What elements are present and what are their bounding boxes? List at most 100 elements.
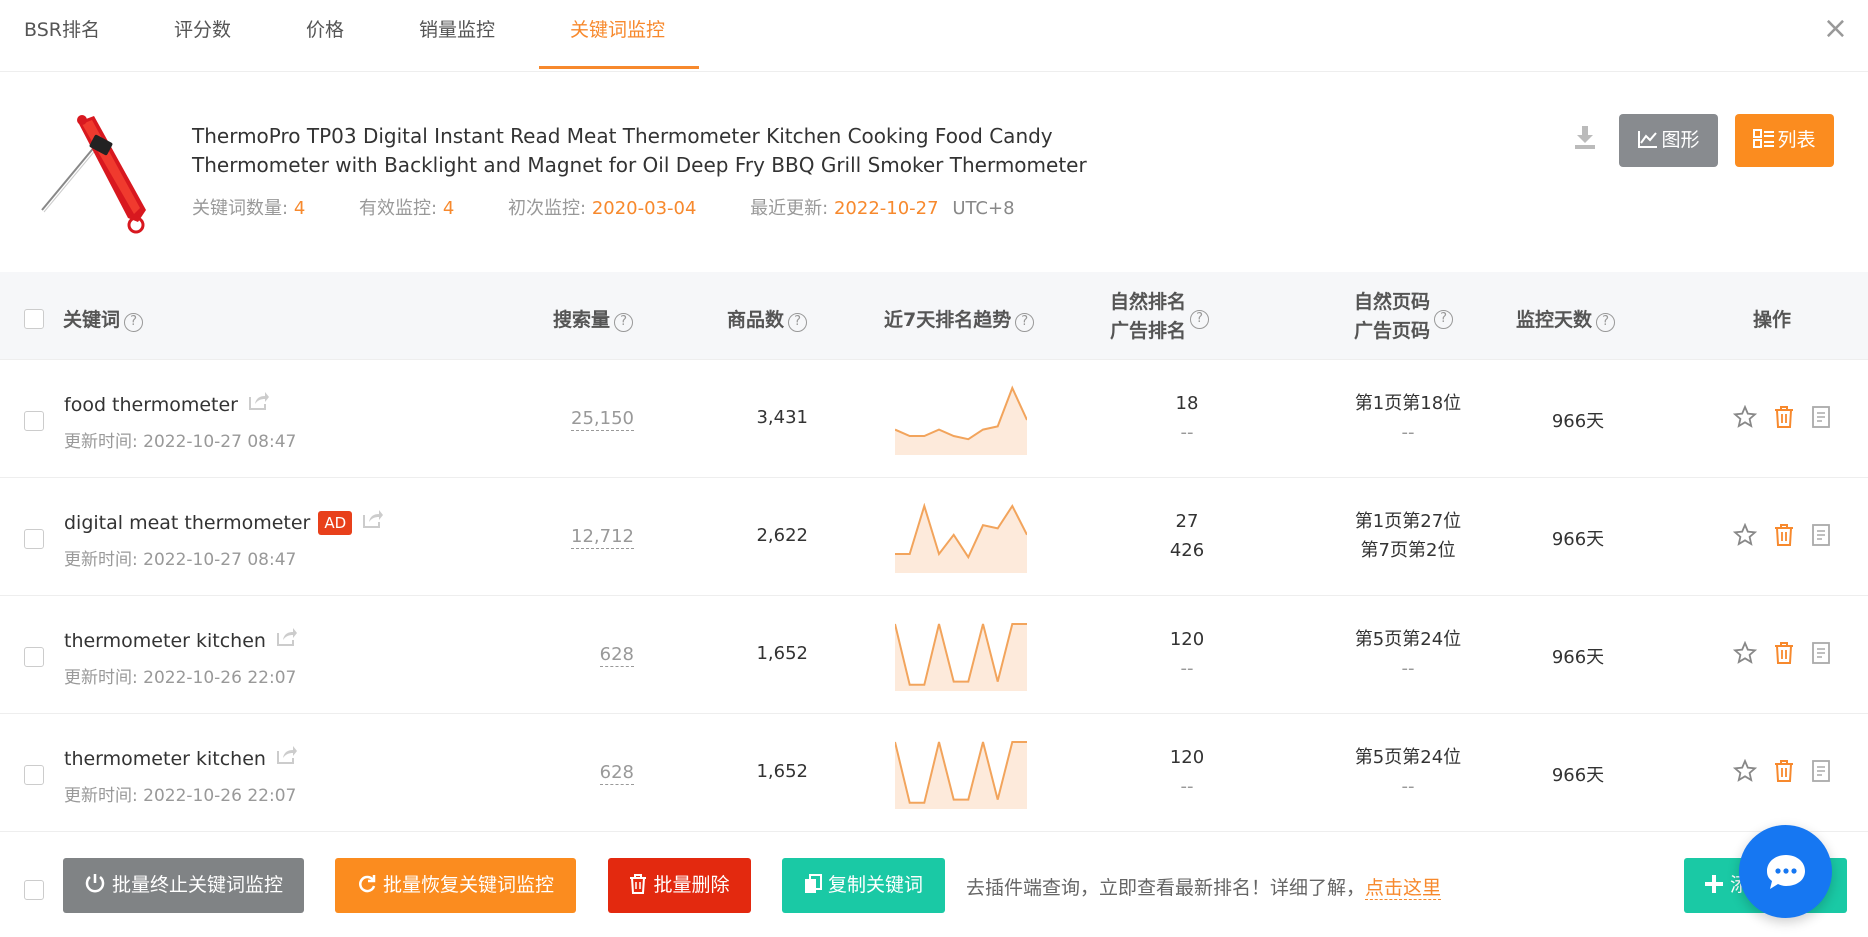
ad-page: -- xyxy=(1401,422,1415,443)
batch-stop-button[interactable]: 批量终止关键词监控 xyxy=(63,858,304,913)
chart-view-button[interactable]: 图形 xyxy=(1619,114,1718,167)
help-icon[interactable]: ? xyxy=(614,313,634,332)
natural-page: 第1页第27位 xyxy=(1354,511,1462,532)
batch-restore-button[interactable]: 批量恢复关键词监控 xyxy=(335,858,576,913)
header-rank-line2: 广告排名 xyxy=(1110,320,1187,342)
list-view-button[interactable]: 列表 xyxy=(1735,114,1834,167)
row-actions xyxy=(1732,758,1842,787)
goods-count: 1,652 xyxy=(756,643,808,664)
keyword-count: 4 xyxy=(293,198,306,219)
footer-select-all-checkbox[interactable] xyxy=(24,880,44,900)
trash-icon[interactable] xyxy=(1773,405,1795,433)
list-icon xyxy=(1753,129,1775,148)
sparkline-area xyxy=(895,388,1027,455)
help-icon[interactable]: ? xyxy=(1190,309,1210,329)
star-icon[interactable] xyxy=(1732,758,1758,787)
keyword-cell: thermometer kitchen xyxy=(64,745,298,770)
header-keyword-label: 关键词 xyxy=(63,309,121,331)
search-volume[interactable]: 25,150 xyxy=(571,408,634,431)
help-icon[interactable]: ? xyxy=(124,313,144,332)
share-icon[interactable] xyxy=(276,745,298,770)
select-all-checkbox[interactable] xyxy=(24,309,44,329)
page-cell: 第1页第18位 -- xyxy=(1320,389,1496,447)
search-volume[interactable]: 628 xyxy=(599,762,634,785)
list-view-label: 列表 xyxy=(1777,129,1816,151)
tab-price[interactable]: 价格 xyxy=(306,0,344,72)
note-icon[interactable] xyxy=(1811,759,1831,787)
star-icon[interactable] xyxy=(1732,404,1758,433)
header-rank: 自然排名 广告排名? xyxy=(1110,288,1210,346)
promo-link[interactable]: 点击这里 xyxy=(1365,877,1442,900)
rank-cell: 27 426 xyxy=(1100,507,1274,565)
batch-delete-button[interactable]: 批量删除 xyxy=(608,858,751,913)
chat-bubble-icon xyxy=(1767,855,1805,889)
update-time: 更新时间: 2022-10-27 08:47 xyxy=(64,432,297,452)
table-row: food thermometer 更新时间: 2022-10-27 08:47 … xyxy=(0,361,1868,478)
ad-page: -- xyxy=(1401,776,1415,797)
page-cell: 第5页第24位 -- xyxy=(1320,743,1496,801)
header-search-label: 搜索量 xyxy=(553,309,611,331)
refresh-icon xyxy=(359,875,376,893)
share-icon[interactable] xyxy=(248,391,270,416)
tab-sales[interactable]: 销量监控 xyxy=(419,0,495,72)
close-icon[interactable]: × xyxy=(1823,14,1848,44)
row-checkbox[interactable] xyxy=(24,411,44,431)
product-image xyxy=(36,110,156,235)
star-icon[interactable] xyxy=(1732,522,1758,551)
row-actions xyxy=(1732,640,1842,669)
search-volume[interactable]: 628 xyxy=(599,644,634,667)
table-row: thermometer kitchen 更新时间: 2022-10-26 22:… xyxy=(0,715,1868,832)
table-row: thermometer kitchen 更新时间: 2022-10-26 22:… xyxy=(0,597,1868,714)
ad-page: -- xyxy=(1401,658,1415,679)
trash-icon[interactable] xyxy=(1773,523,1795,551)
header-page-line2: 广告页码 xyxy=(1354,320,1431,342)
search-volume[interactable]: 12,712 xyxy=(571,526,634,549)
header-keyword: 关键词? xyxy=(63,305,144,332)
tab-rating[interactable]: 评分数 xyxy=(174,0,231,72)
row-checkbox[interactable] xyxy=(24,647,44,667)
rank-cell: 18 -- xyxy=(1100,389,1274,447)
copy-keywords-label: 复制关键词 xyxy=(827,874,923,896)
timezone: UTC+8 xyxy=(952,198,1015,219)
tab-bsr[interactable]: BSR排名 xyxy=(24,0,100,72)
share-icon[interactable] xyxy=(276,627,298,652)
share-icon[interactable] xyxy=(362,509,384,534)
note-icon[interactable] xyxy=(1811,641,1831,669)
rank-trend-sparkline xyxy=(895,385,1027,455)
tab-keywords[interactable]: 关键词监控 xyxy=(570,0,665,72)
row-checkbox[interactable] xyxy=(24,765,44,785)
note-icon[interactable] xyxy=(1811,405,1831,433)
batch-delete-label: 批量删除 xyxy=(653,874,730,896)
note-icon[interactable] xyxy=(1811,523,1831,551)
help-icon[interactable]: ? xyxy=(788,313,808,332)
header-goods-label: 商品数 xyxy=(727,309,785,331)
download-icon[interactable] xyxy=(1574,124,1596,150)
help-icon[interactable]: ? xyxy=(1015,313,1035,332)
header-page-line1: 自然页码 xyxy=(1354,291,1431,313)
keyword-text[interactable]: thermometer kitchen xyxy=(64,748,266,770)
first-monitor-date: 2020-03-04 xyxy=(591,198,697,219)
keyword-text[interactable]: thermometer kitchen xyxy=(64,630,266,652)
trash-icon[interactable] xyxy=(1773,641,1795,669)
ad-rank: -- xyxy=(1180,776,1194,797)
trash-icon[interactable] xyxy=(1773,759,1795,787)
star-icon[interactable] xyxy=(1732,640,1758,669)
header-days: 监控天数? xyxy=(1516,305,1616,332)
copy-keywords-button[interactable]: 复制关键词 xyxy=(782,858,945,913)
monitor-days: 966天 xyxy=(1551,647,1605,668)
natural-page: 第1页第18位 xyxy=(1354,393,1462,414)
keyword-text[interactable]: digital meat thermometer xyxy=(64,512,310,534)
help-icon[interactable]: ? xyxy=(1596,313,1616,332)
keyword-cell: thermometer kitchen xyxy=(64,627,298,652)
batch-stop-label: 批量终止关键词监控 xyxy=(111,874,283,896)
table-header: 关键词? 搜索量? 商品数? 近7天排名趋势? 自然排名 广告排名? 自然页码广告… xyxy=(0,272,1868,360)
header-trend-label: 近7天排名趋势 xyxy=(884,309,1012,331)
chat-button[interactable] xyxy=(1739,825,1832,918)
natural-rank: 27 xyxy=(1175,511,1199,532)
row-checkbox[interactable] xyxy=(24,529,44,549)
rank-cell: 120 -- xyxy=(1100,743,1274,801)
help-icon[interactable]: ? xyxy=(1434,309,1454,329)
batch-restore-label: 批量恢复关键词监控 xyxy=(382,874,554,896)
plugin-promo: 去插件端查询，立即查看最新排名！详细了解，点击这里 xyxy=(966,873,1442,900)
keyword-text[interactable]: food thermometer xyxy=(64,394,238,416)
